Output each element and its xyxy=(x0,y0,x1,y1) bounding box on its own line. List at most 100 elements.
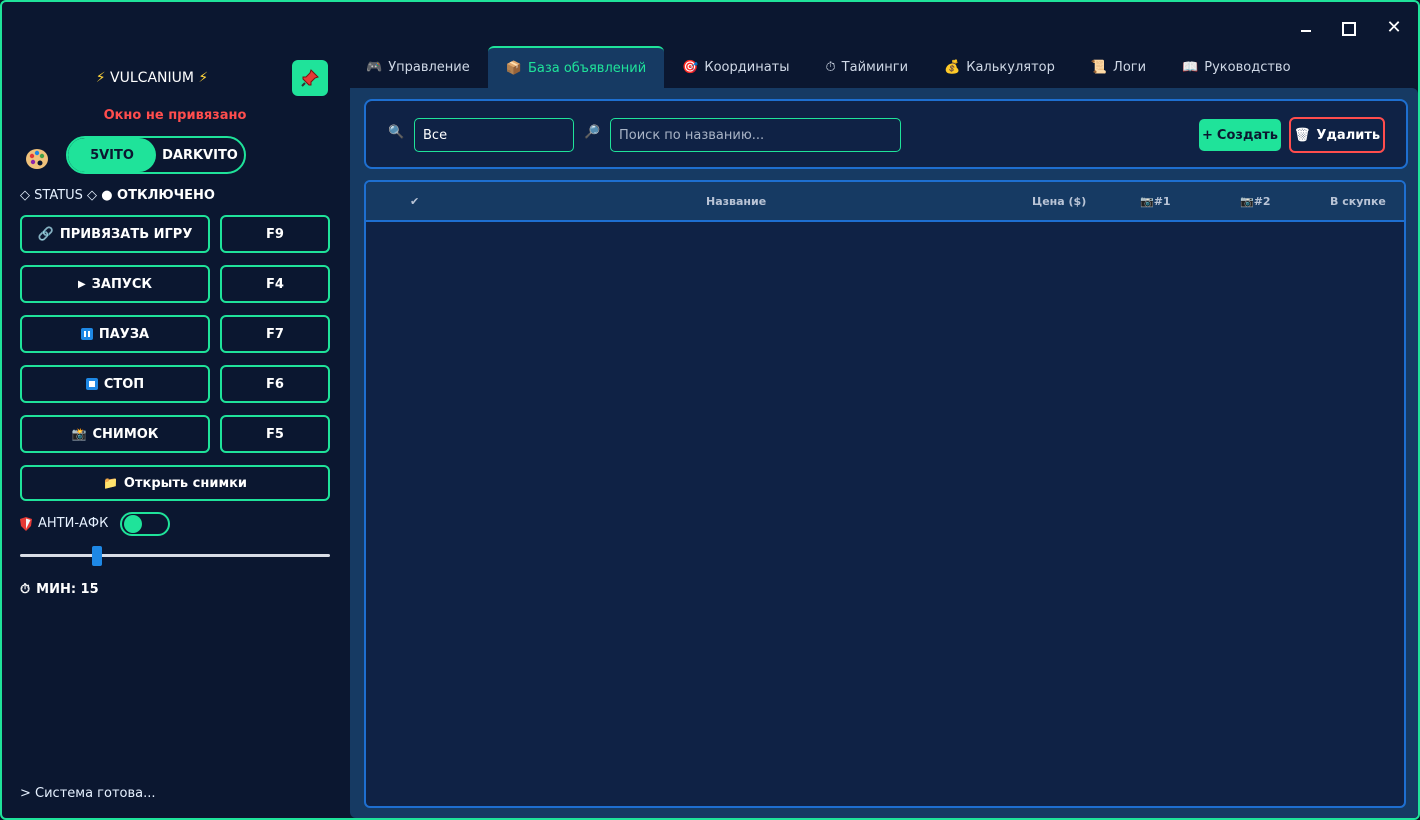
delete-label: Удалить xyxy=(1316,127,1381,143)
money-bag-icon: 💰 xyxy=(944,59,961,75)
ads-database-panel: 🔍 Все 🔎 + Создать 🗑 Удалить ✔ Название Ц… xyxy=(350,88,1418,818)
bind-game-hotkey-button[interactable]: F9 xyxy=(220,215,330,253)
magnifier-icon: 🔎 xyxy=(584,125,601,140)
app-window: ✕ ⚡ VULCANIUM ⚡ Окно не привязано 5VITO … xyxy=(0,0,1420,820)
search-input[interactable] xyxy=(610,118,901,152)
brand-label: VULCANIUM xyxy=(110,70,194,86)
app-brand: ⚡ VULCANIUM ⚡ xyxy=(90,70,214,86)
ads-table: ✔ Название Цена ($) 📷 #1 📷 #2 В скупке xyxy=(364,180,1406,808)
status-label: ◇ STATUS ◇ xyxy=(20,188,98,203)
slider-thumb[interactable] xyxy=(92,546,102,566)
tab-coordinates[interactable]: 🎯 Координаты xyxy=(664,46,807,88)
tab-control[interactable]: 🎮 Управление xyxy=(348,46,488,88)
tab-label: База объявлений xyxy=(527,60,647,76)
anti-afk-row: АНТИ-АФК xyxy=(20,516,108,531)
category-filter-select[interactable]: Все xyxy=(414,118,574,152)
mode-5vito-button[interactable]: 5VITO xyxy=(68,138,156,172)
snapshot-hotkey-button[interactable]: F5 xyxy=(220,415,330,453)
stop-hotkey-button[interactable]: F6 xyxy=(220,365,330,403)
console-output: > Система готова... xyxy=(20,786,156,801)
tab-label: Управление xyxy=(388,59,470,75)
lightning-icon: ⚡ xyxy=(198,70,209,86)
table-header: ✔ Название Цена ($) 📷 #1 📷 #2 В скупке xyxy=(366,182,1404,222)
start-button[interactable]: ▶ ЗАПУСК xyxy=(20,265,210,303)
delete-button[interactable]: 🗑 Удалить xyxy=(1289,117,1385,153)
create-label: Создать xyxy=(1216,127,1278,143)
sidebar: ⚡ VULCANIUM ⚡ Окно не привязано 5VITO DA… xyxy=(2,50,348,818)
camera-icon: 📷 xyxy=(1240,194,1254,208)
status-line: ◇ STATUS ◇ ● ОТКЛЮЧЕНО xyxy=(20,188,215,203)
maximize-icon xyxy=(1342,22,1356,36)
status-value: ● ОТКЛЮЧЕНО xyxy=(101,188,215,203)
maximize-button[interactable] xyxy=(1334,14,1362,42)
start-hotkey-button[interactable]: F4 xyxy=(220,265,330,303)
pin-window-button[interactable] xyxy=(292,60,328,96)
book-icon: 📖 xyxy=(1182,59,1199,75)
pause-button[interactable]: ПАУЗА xyxy=(20,315,210,353)
play-icon: ▶ xyxy=(77,278,86,290)
column-price[interactable]: Цена ($) xyxy=(1032,182,1086,220)
shield-icon xyxy=(20,516,32,531)
pushpin-icon xyxy=(301,69,319,87)
stopwatch-icon: ⏱ xyxy=(825,59,836,75)
column-select-all[interactable]: ✔ xyxy=(410,182,419,220)
tab-label: Руководство xyxy=(1204,59,1291,75)
pause-label: ПАУЗА xyxy=(98,326,150,342)
tab-label: Тайминги xyxy=(841,59,909,75)
title-bar: ✕ xyxy=(2,2,1418,50)
link-icon: 🔗 xyxy=(37,226,54,242)
snapshot-button[interactable]: 📸 СНИМОК xyxy=(20,415,210,453)
folder-icon: 📁 xyxy=(102,476,118,490)
column-photo-1-label: #1 xyxy=(1153,194,1171,208)
minimize-icon xyxy=(1301,30,1311,32)
bind-game-button[interactable]: 🔗 ПРИВЯЗАТЬ ИГРУ xyxy=(20,215,210,253)
tab-logs[interactable]: 📜 Логи xyxy=(1073,46,1164,88)
column-in-buyout[interactable]: В скупке xyxy=(1330,182,1386,220)
tab-timings[interactable]: ⏱ Тайминги xyxy=(808,46,927,88)
start-label: ЗАПУСК xyxy=(91,276,153,292)
stop-button[interactable]: СТОП xyxy=(20,365,210,403)
anti-afk-toggle[interactable] xyxy=(120,512,170,536)
tab-guide[interactable]: 📖 Руководство xyxy=(1164,46,1308,88)
search-icon: 🔍 xyxy=(388,125,405,140)
mode-toggle: 5VITO DARKVITO xyxy=(66,136,246,174)
snapshot-label: СНИМОК xyxy=(92,426,159,442)
stop-label: СТОП xyxy=(103,376,145,392)
camera-icon: 📷 xyxy=(1140,194,1154,208)
pause-icon xyxy=(80,328,93,340)
camera-icon: 📸 xyxy=(71,427,87,441)
gamepad-icon: 🎮 xyxy=(366,59,383,75)
close-button[interactable]: ✕ xyxy=(1380,14,1408,42)
tab-bar: 🎮 Управление 📦 База объявлений 🎯 Координ… xyxy=(348,46,1309,88)
minutes-readout: ⏱ МИН: 15 xyxy=(20,582,99,597)
stopwatch-icon: ⏱ xyxy=(20,582,31,597)
afk-interval-slider[interactable] xyxy=(20,554,330,557)
tab-ads-database[interactable]: 📦 База объявлений xyxy=(487,46,665,88)
column-name[interactable]: Название xyxy=(706,182,766,220)
open-snapshots-button[interactable]: 📁 Открыть снимки xyxy=(20,465,330,501)
window-unbound-warning: Окно не привязано xyxy=(103,108,247,123)
minimize-button[interactable] xyxy=(1292,14,1320,42)
tab-label: Логи xyxy=(1113,59,1147,75)
target-icon: 🎯 xyxy=(682,59,699,75)
tab-calculator[interactable]: 💰 Калькулятор xyxy=(926,46,1073,88)
bind-game-label: ПРИВЯЗАТЬ ИГРУ xyxy=(59,226,193,242)
toggle-knob xyxy=(124,515,142,533)
column-photo-1[interactable]: 📷 #1 xyxy=(1140,182,1171,220)
box-icon: 📦 xyxy=(505,60,522,76)
minutes-label: МИН: 15 xyxy=(36,582,99,597)
lightning-icon: ⚡ xyxy=(95,70,106,86)
pause-hotkey-button[interactable]: F7 xyxy=(220,315,330,353)
stop-icon xyxy=(85,378,98,390)
plus-icon: + xyxy=(1202,127,1213,143)
palette-icon[interactable] xyxy=(24,146,50,172)
tab-label: Калькулятор xyxy=(966,59,1055,75)
column-photo-2[interactable]: 📷 #2 xyxy=(1240,182,1271,220)
create-button[interactable]: + Создать xyxy=(1199,119,1281,151)
ads-toolbar: 🔍 Все 🔎 + Создать 🗑 Удалить xyxy=(364,99,1408,169)
mode-darkvito-button[interactable]: DARKVITO xyxy=(156,138,244,172)
scroll-icon: 📜 xyxy=(1090,59,1108,75)
column-photo-2-label: #2 xyxy=(1253,194,1271,208)
anti-afk-label: АНТИ-АФК xyxy=(38,516,109,531)
trash-icon: 🗑 xyxy=(1293,127,1311,143)
